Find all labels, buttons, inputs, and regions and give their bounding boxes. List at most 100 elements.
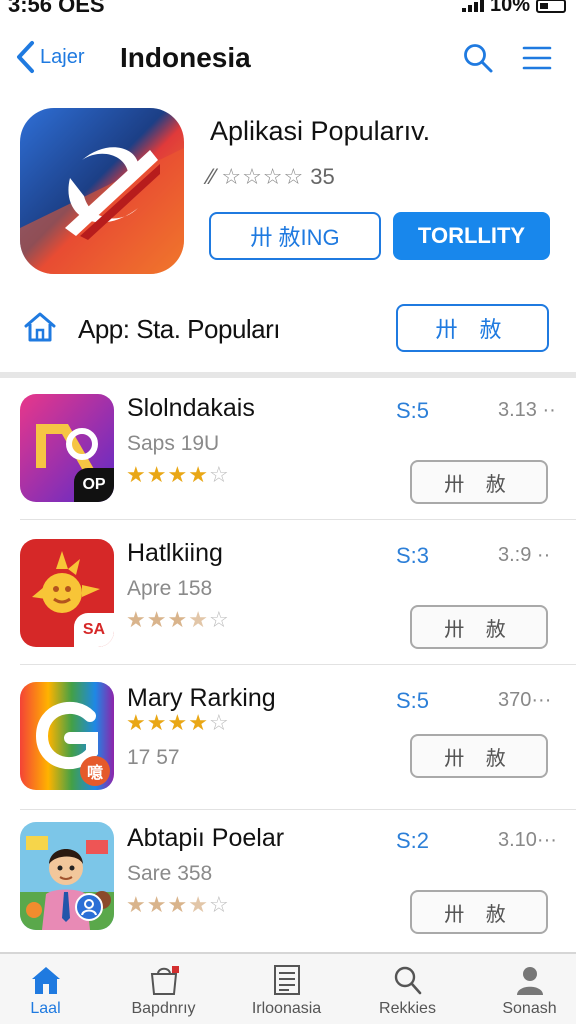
app-price: S:2 xyxy=(396,828,430,853)
app-icon[interactable]: SA xyxy=(20,539,114,647)
featured-app-title: Aplikasi Popularıv. xyxy=(210,116,431,146)
app-get-button[interactable]: 卅 赦 xyxy=(410,890,548,934)
app-subtitle: Saps 19U xyxy=(127,432,220,455)
star-icon: ★ xyxy=(167,462,189,487)
star-icon: ★ xyxy=(146,462,168,487)
star-icon: ★ xyxy=(167,892,189,917)
row-divider xyxy=(20,519,576,520)
section-action-button[interactable]: 卅 赦 xyxy=(396,304,549,352)
battery-icon xyxy=(536,0,566,13)
nav-bar: Lajer Indonesia xyxy=(0,30,576,86)
star-icon: ★ xyxy=(188,892,209,917)
app-badge: OP xyxy=(74,468,114,502)
app-subtitle: 17 57 xyxy=(127,746,180,769)
featured-app-icon[interactable] xyxy=(20,108,184,274)
search-icon[interactable] xyxy=(462,42,494,74)
rating-count: 35 xyxy=(310,164,335,189)
signal-icon xyxy=(461,0,484,12)
app-badge: 噫 xyxy=(80,756,110,786)
star-icon: ★ xyxy=(188,710,209,735)
star-icon: ☆ xyxy=(208,462,230,487)
list-icon xyxy=(273,965,300,995)
star-icon: ★ xyxy=(146,607,168,632)
app-size: 370··· xyxy=(498,689,552,711)
star-icon: ★ xyxy=(167,607,189,632)
app-get-button[interactable]: 卅 赦 xyxy=(410,605,548,649)
tab-laal[interactable]: Laal xyxy=(0,954,103,1024)
featured-app-rating: ⁄⁄ ☆☆☆☆ 35 xyxy=(208,164,335,190)
app-price: S:5 xyxy=(396,688,430,713)
app-name: Slolndakais xyxy=(127,394,255,422)
star-icon: ★ xyxy=(146,710,168,735)
primary-action-button[interactable]: TORLLITY xyxy=(393,212,550,260)
app-size: 3.13 ·· xyxy=(498,399,556,421)
home-icon xyxy=(31,967,60,994)
app-list-row[interactable]: OP Slolndakais Saps 19U ★★★★☆ S:5 3.13 ·· 卅 赦 xyxy=(0,380,576,520)
status-bar: 3:56 OES 10% xyxy=(0,0,576,18)
app-price: S:5 xyxy=(396,398,430,423)
rating-prefix: ⁄⁄ xyxy=(208,164,216,189)
app-badge: SA xyxy=(74,613,114,647)
search-icon xyxy=(394,966,421,995)
app-icon[interactable]: OP xyxy=(20,394,114,502)
star-icon: ★ xyxy=(167,710,189,735)
app-name: Hatlkiing xyxy=(127,539,223,567)
app-list-row[interactable]: 噫 Mary Rarking 17 57 ★★★★☆ S:5 370··· 卅 赦 xyxy=(0,670,576,810)
star-rating: ★★★★☆ xyxy=(126,892,230,918)
star-rating: ★★★★☆ xyxy=(126,710,230,736)
app-get-button[interactable]: 卅 赦 xyxy=(410,734,548,778)
app-get-button[interactable]: 卅 赦 xyxy=(410,460,548,504)
section-title: App: Sta. Popuları xyxy=(78,314,281,344)
tab-irloonasia[interactable]: Irloonasia xyxy=(229,954,344,1024)
star-icon: ☆ xyxy=(208,710,230,735)
app-size: 3.:9 ·· xyxy=(498,544,551,566)
page-title: Indonesia xyxy=(120,42,251,73)
menu-icon[interactable] xyxy=(522,44,552,72)
app-list-row[interactable]: Abtapiı Poelar Sare 358 ★★★★☆ S:2 3.10··· 卅 赦 xyxy=(0,810,576,950)
star-icon: ☆ xyxy=(208,607,230,632)
section-header: App: Sta. Popuları 卅 赦 xyxy=(0,300,576,356)
status-time: 3:56 OES xyxy=(8,0,105,17)
row-divider xyxy=(20,664,576,665)
home-icon xyxy=(24,312,56,342)
tab-bapdnry[interactable]: Bapdnrıy xyxy=(106,954,221,1024)
tab-label: Bapdnrıy xyxy=(131,1000,196,1017)
battery-percent: 10% xyxy=(489,0,530,16)
star-icon: ★ xyxy=(126,607,147,632)
star-icon: ★ xyxy=(188,607,209,632)
tab-label: Irloonasia xyxy=(251,1000,322,1017)
star-rating: ★★★★☆ xyxy=(126,462,230,488)
app-name: Mary Rarking xyxy=(127,684,276,712)
store-icon xyxy=(150,966,179,995)
person-icon xyxy=(516,967,543,995)
app-size: 3.10··· xyxy=(498,829,557,851)
star-icon: ★ xyxy=(188,462,209,487)
star-icon: ★ xyxy=(126,710,147,735)
app-name: Abtapiı Poelar xyxy=(127,824,285,852)
star-icon: ★ xyxy=(126,892,147,917)
app-subtitle: Apre 158 xyxy=(127,577,213,600)
back-button[interactable]: Lajer xyxy=(14,40,84,74)
star-rating-icon: ☆☆☆☆ xyxy=(221,164,305,189)
tab-label: Sonash xyxy=(502,1000,557,1017)
tab-rekkies[interactable]: Rekkies xyxy=(350,954,465,1024)
star-icon: ★ xyxy=(146,892,168,917)
tab-sonash[interactable]: Sonash xyxy=(472,954,576,1024)
star-icon: ★ xyxy=(126,462,147,487)
star-rating: ★★★★☆ xyxy=(126,607,230,633)
app-subtitle: Sare 358 xyxy=(127,862,213,885)
app-list-row[interactable]: SA Hatlkiing Apre 158 ★★★★☆ S:3 3.:9 ·· 卅 赦 xyxy=(0,525,576,665)
tab-label: Rekkies xyxy=(379,1000,436,1017)
app-icon[interactable] xyxy=(20,822,114,930)
tab-label: Laal xyxy=(30,1000,61,1017)
star-icon: ☆ xyxy=(208,892,230,917)
person-circle-icon xyxy=(75,893,103,921)
secondary-action-button[interactable]: 卅 赦ING xyxy=(209,212,381,260)
app-price: S:3 xyxy=(396,543,430,568)
back-label: Lajer xyxy=(40,45,85,68)
app-icon[interactable]: 噫 xyxy=(20,682,114,790)
section-divider xyxy=(0,372,576,378)
status-indicators: 10% xyxy=(461,0,566,17)
chevron-left-icon xyxy=(17,41,34,73)
tab-bar: Laal Bapdnrıy Irloonasia Rekkies Sonash xyxy=(0,952,576,1024)
